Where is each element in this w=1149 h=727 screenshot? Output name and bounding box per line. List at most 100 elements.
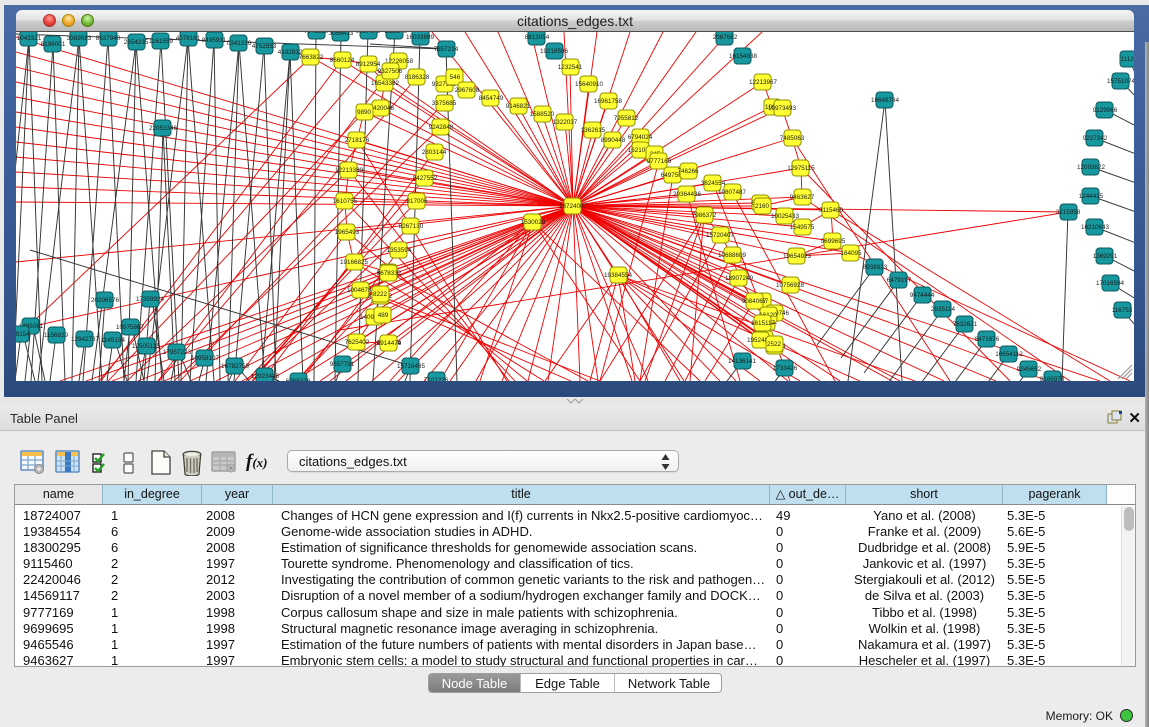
svg-text:4238849: 4238849 xyxy=(383,32,408,35)
svg-text:20364436: 20364436 xyxy=(673,191,702,198)
svg-text:1965493: 1965493 xyxy=(335,229,360,236)
svg-text:9890: 9890 xyxy=(357,109,372,116)
svg-text:9166978: 9166978 xyxy=(1040,376,1065,381)
svg-text:489: 489 xyxy=(378,312,389,319)
svg-text:10688609: 10688609 xyxy=(718,252,747,259)
svg-text:9463627: 9463627 xyxy=(790,194,815,201)
svg-text:9657791: 9657791 xyxy=(330,361,355,368)
svg-text:16782759: 16782759 xyxy=(221,363,250,370)
svg-text:4078161: 4078161 xyxy=(176,35,201,42)
svg-text:8495931: 8495931 xyxy=(202,37,227,44)
svg-text:17957223: 17957223 xyxy=(163,349,192,356)
svg-text:1156829: 1156829 xyxy=(44,332,69,339)
svg-text:3215958: 3215958 xyxy=(1056,209,1081,216)
svg-text:15720407: 15720407 xyxy=(706,232,735,239)
svg-text:20206576: 20206576 xyxy=(91,297,120,304)
svg-text:16961758: 16961758 xyxy=(594,98,623,105)
svg-text:16210643: 16210643 xyxy=(1081,224,1110,231)
svg-text:9537672: 9537672 xyxy=(356,32,381,35)
svg-text:10973493: 10973493 xyxy=(768,105,797,112)
svg-text:6479197: 6479197 xyxy=(887,277,912,284)
svg-text:2160: 2160 xyxy=(755,203,770,210)
svg-text:16154838: 16154838 xyxy=(729,53,758,60)
svg-text:1322037: 1322037 xyxy=(553,119,578,126)
svg-text:2935114: 2935114 xyxy=(931,306,956,313)
svg-text:7632621: 7632621 xyxy=(953,321,978,328)
svg-text:1615117: 1615117 xyxy=(751,320,776,327)
svg-text:1549575: 1549575 xyxy=(790,224,815,231)
svg-text:8196001: 8196001 xyxy=(41,41,66,48)
svg-text:2803144: 2803144 xyxy=(422,149,447,156)
svg-text:116753: 116753 xyxy=(1112,307,1133,314)
svg-text:17016504: 17016504 xyxy=(1096,280,1125,287)
svg-text:4752553: 4752553 xyxy=(252,43,277,50)
svg-text:7986372: 7986372 xyxy=(692,212,717,219)
svg-text:0341316: 0341316 xyxy=(227,40,252,47)
svg-text:10654112: 10654112 xyxy=(995,351,1023,358)
svg-text:10958107: 10958107 xyxy=(191,355,220,362)
svg-text:18724007: 18724007 xyxy=(559,203,588,210)
svg-text:8222: 8222 xyxy=(373,291,388,298)
svg-text:7648350: 7648350 xyxy=(304,32,329,35)
svg-text:12505135: 12505135 xyxy=(132,343,161,350)
svg-text:2967608: 2967608 xyxy=(455,87,480,94)
svg-text:16543382: 16543382 xyxy=(371,80,400,87)
svg-text:9115460: 9115460 xyxy=(819,207,844,214)
svg-text:22053346: 22053346 xyxy=(149,125,178,132)
svg-text:1530029: 1530029 xyxy=(521,219,546,226)
svg-text:8912954: 8912954 xyxy=(356,61,381,68)
svg-text:9146821: 9146821 xyxy=(506,103,531,110)
svg-text:11121: 11121 xyxy=(1121,56,1134,63)
svg-text:546: 546 xyxy=(450,74,461,81)
svg-text:10807487: 10807487 xyxy=(718,189,747,196)
svg-text:8678332: 8678332 xyxy=(377,270,402,277)
svg-text:8660124: 8660124 xyxy=(330,57,355,64)
svg-text:1353594: 1353594 xyxy=(387,247,412,254)
svg-text:817006: 817006 xyxy=(406,198,428,205)
svg-text:7101226: 7101226 xyxy=(424,377,449,381)
svg-text:1043321: 1043321 xyxy=(17,35,42,42)
svg-text:9474444: 9474444 xyxy=(910,292,935,299)
svg-text:12923446: 12923446 xyxy=(251,373,280,380)
svg-text:7625402: 7625402 xyxy=(345,339,370,346)
svg-text:10756928: 10756928 xyxy=(776,282,805,289)
svg-text:9242848: 9242848 xyxy=(429,124,454,131)
svg-text:2522: 2522 xyxy=(767,341,782,348)
svg-text:12213967: 12213967 xyxy=(749,79,778,86)
svg-text:12093822: 12093822 xyxy=(1077,164,1106,171)
svg-text:3375685: 3375685 xyxy=(432,100,457,107)
svg-text:9084067: 9084067 xyxy=(742,298,767,305)
svg-text:7485063: 7485063 xyxy=(780,135,805,142)
svg-text:2654235: 2654235 xyxy=(124,39,149,46)
svg-text:9245652: 9245652 xyxy=(1017,366,1042,373)
svg-text:18907249: 18907249 xyxy=(725,275,754,282)
svg-text:8267130: 8267130 xyxy=(399,223,424,230)
svg-text:8471676: 8471676 xyxy=(975,336,1000,343)
svg-text:1232541: 1232541 xyxy=(558,64,583,71)
svg-text:12975115: 12975115 xyxy=(787,165,815,172)
svg-text:8990448: 8990448 xyxy=(601,137,626,144)
svg-text:1610755: 1610755 xyxy=(333,198,358,205)
svg-text:9327506: 9327506 xyxy=(378,68,403,75)
svg-text:7357224: 7357224 xyxy=(434,46,459,53)
svg-text:16033809: 16033809 xyxy=(406,34,435,41)
svg-text:1588520: 1588520 xyxy=(530,111,555,118)
svg-text:8637940: 8637940 xyxy=(96,35,121,42)
svg-text:19384554: 19384554 xyxy=(604,272,633,279)
svg-text:15716485: 15716485 xyxy=(397,363,426,370)
svg-text:8454749: 8454749 xyxy=(479,95,504,102)
svg-text:3824554: 3824554 xyxy=(701,180,726,187)
svg-text:9777169: 9777169 xyxy=(647,158,672,165)
svg-text:10975867: 10975867 xyxy=(116,324,145,331)
svg-text:2718176: 2718176 xyxy=(345,137,370,144)
svg-text:9129966: 9129966 xyxy=(1093,107,1118,114)
svg-text:8427552: 8427552 xyxy=(413,175,438,182)
svg-text:19166825: 19166825 xyxy=(340,259,369,266)
svg-text:1161559: 1161559 xyxy=(149,38,174,45)
svg-text:17359924: 17359924 xyxy=(136,296,165,303)
svg-text:16648784: 16648784 xyxy=(871,97,900,104)
svg-text:14136141: 14136141 xyxy=(728,358,757,365)
svg-text:6914479: 6914479 xyxy=(377,340,402,347)
svg-text:12942737: 12942737 xyxy=(71,336,100,343)
svg-text:8938923: 8938923 xyxy=(863,264,888,271)
